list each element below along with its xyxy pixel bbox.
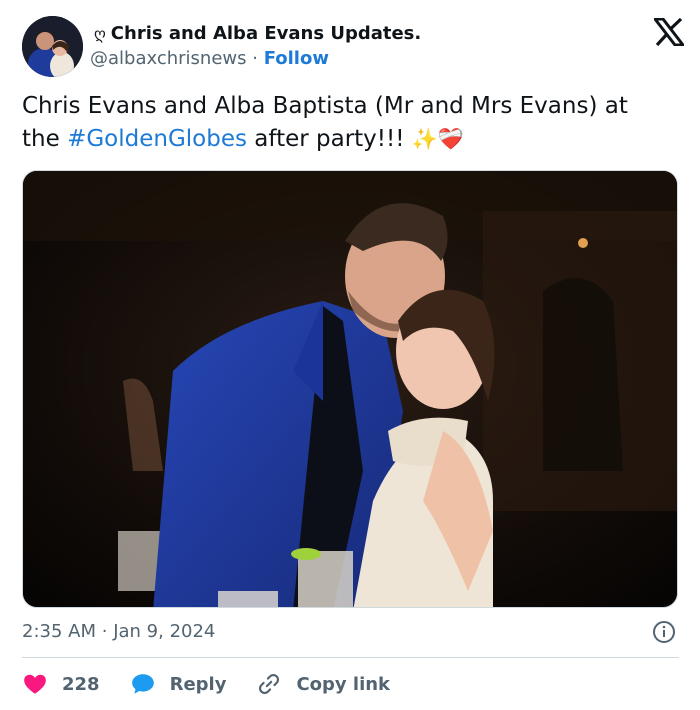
speech-bubble-icon — [131, 674, 154, 694]
meta-separator: · — [101, 621, 108, 642]
handle-row: @albaxchrisnews · Follow — [90, 48, 329, 70]
handle[interactable]: @albaxchrisnews — [90, 48, 247, 69]
link-icon — [259, 673, 280, 695]
tweet-date[interactable]: Jan 9, 2024 — [113, 621, 215, 642]
tweet-time[interactable]: 2:35 AM — [22, 621, 96, 642]
reply-button[interactable]: Reply — [130, 671, 227, 697]
tweet-emoji: ✨❤️‍🩹 — [411, 127, 465, 151]
display-name[interactable]: Chris and Alba Evans Updates. — [111, 23, 421, 45]
x-logo-icon[interactable] — [651, 17, 687, 47]
tweet-photo[interactable] — [22, 170, 678, 608]
copy-link-button[interactable]: Copy link — [256, 671, 390, 697]
action-bar: 228 Reply Copy link — [22, 670, 420, 698]
tweet-text-part2: after party!!! — [246, 126, 412, 152]
tweet-text: Chris Evans and Alba Baptista (Mr and Mr… — [22, 90, 672, 156]
info-icon[interactable] — [652, 620, 676, 644]
display-name-row[interactable]: ღ Chris and Alba Evans Updates. — [94, 23, 421, 45]
like-count: 228 — [62, 673, 100, 695]
tweet-header: ღ Chris and Alba Evans Updates. @albaxch… — [22, 16, 687, 78]
tweet-meta: 2:35 AM · Jan 9, 2024 — [22, 620, 678, 644]
follow-button[interactable]: Follow — [264, 48, 329, 69]
hashtag-link[interactable]: #GoldenGlobes — [67, 126, 247, 152]
copy-link-label: Copy link — [296, 673, 391, 695]
reply-label: Reply — [169, 673, 227, 695]
like-button[interactable]: 228 — [22, 671, 100, 697]
heart-icon — [24, 674, 46, 694]
divider — [22, 657, 679, 658]
name-glyph: ღ — [94, 25, 106, 43]
avatar[interactable] — [22, 16, 83, 77]
handle-separator: · — [252, 48, 258, 69]
